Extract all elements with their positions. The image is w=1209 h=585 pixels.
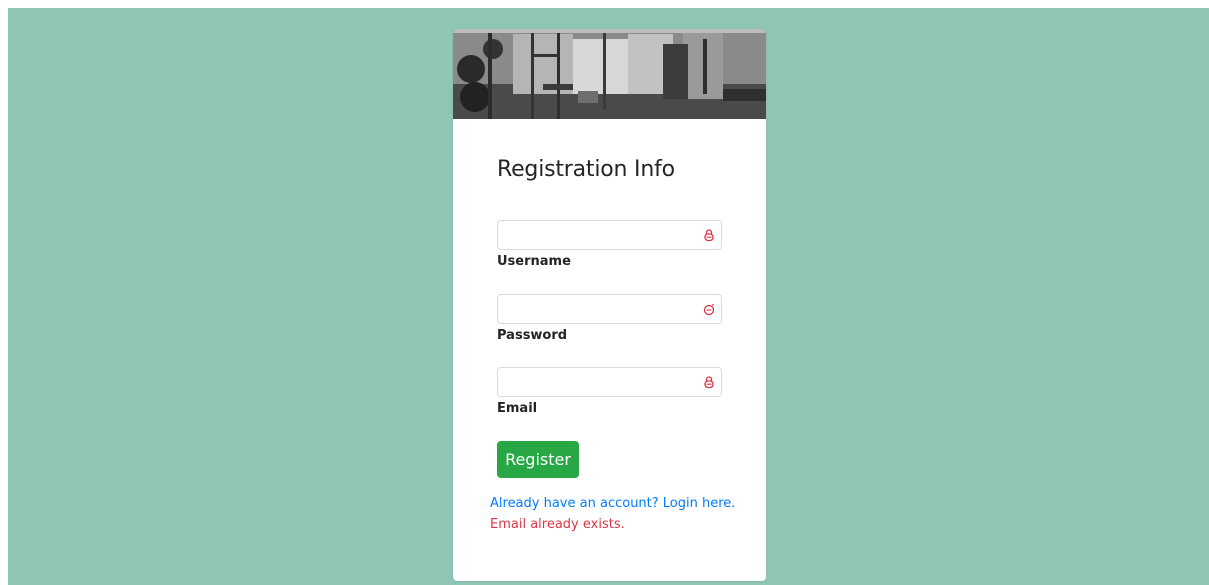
page-title: Registration Info — [497, 157, 675, 182]
lock-icon — [702, 375, 716, 389]
email-input[interactable] — [497, 367, 722, 397]
username-label: Username — [497, 254, 571, 269]
email-field-group: Email — [497, 367, 722, 416]
password-field-group: Password — [497, 294, 722, 343]
username-field-group: Username — [497, 220, 722, 269]
password-label: Password — [497, 328, 568, 343]
page-background: Registration Info Username Password Emai… — [8, 8, 1209, 585]
username-input-wrapper — [497, 220, 722, 250]
login-link[interactable]: Already have an account? Login here. — [490, 496, 735, 511]
password-input[interactable] — [497, 294, 722, 324]
username-input[interactable] — [497, 220, 722, 250]
email-label: Email — [497, 401, 538, 416]
error-message: Email already exists. — [490, 517, 625, 532]
register-button[interactable]: Register — [497, 441, 579, 478]
email-input-wrapper — [497, 367, 722, 397]
lock-icon — [702, 228, 716, 242]
password-input-wrapper — [497, 294, 722, 324]
registration-card: Registration Info Username Password Emai… — [453, 29, 766, 581]
gym-banner-image — [453, 29, 766, 119]
key-icon — [702, 302, 716, 316]
